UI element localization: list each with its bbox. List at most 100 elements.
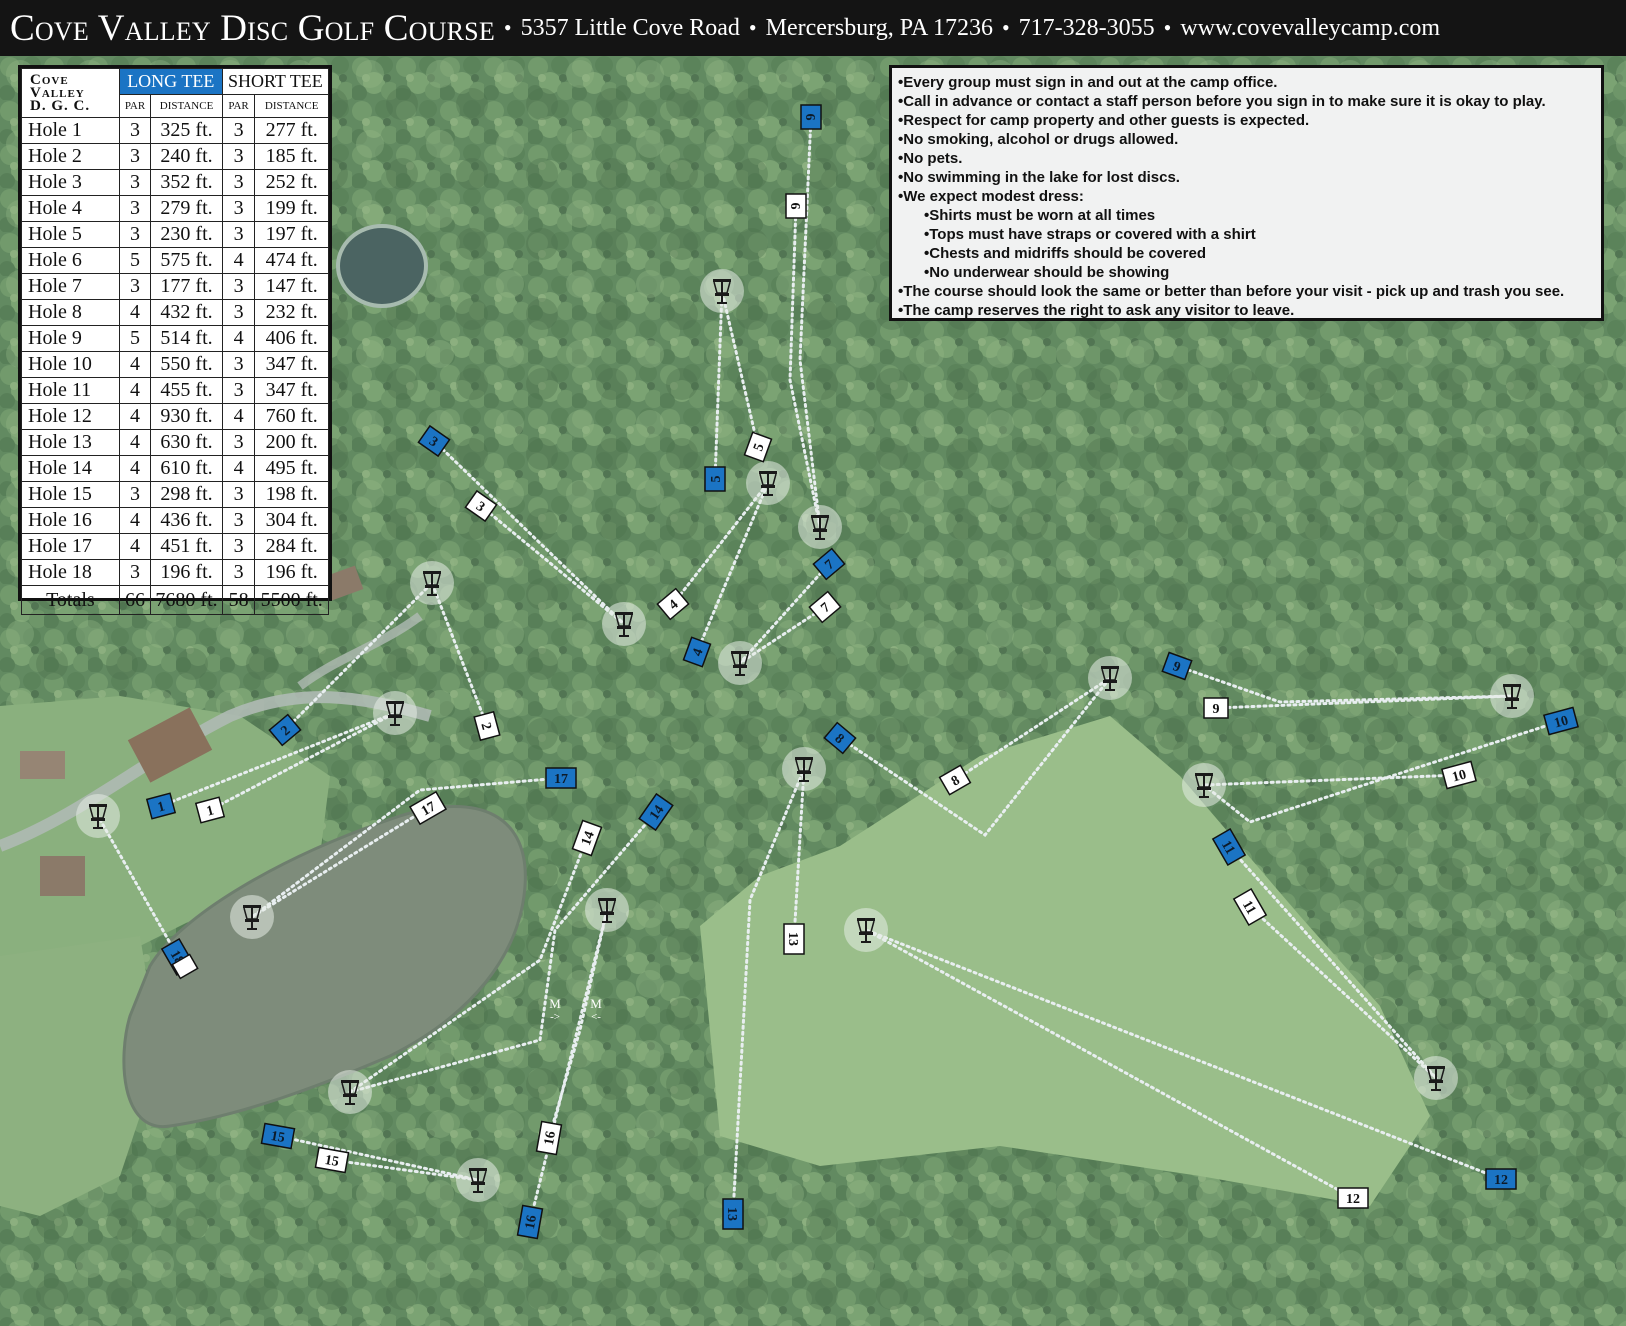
- mando-marker: M ->: [549, 996, 561, 1023]
- disc-golf-basket-icon: [718, 641, 762, 685]
- scorecard-row: Hole 3 3 352 ft. 3 252 ft.: [21, 169, 329, 196]
- long-par: 4: [118, 455, 152, 482]
- disc-golf-basket-icon: [798, 505, 842, 549]
- header-separator: •: [748, 15, 757, 40]
- scorecard-row: Hole 9 5 514 ft. 4 406 ft.: [21, 325, 329, 352]
- short-distance: 304 ft.: [254, 507, 329, 534]
- scorecard-table: Cove Valley D. G. C. LONG TEE SHORT TEE …: [18, 65, 332, 615]
- long-tee-header: LONG TEE: [118, 68, 223, 95]
- course-title: Cove Valley Disc Golf Course: [10, 7, 495, 49]
- totals-label: Totals: [21, 585, 120, 615]
- disc-golf-basket-icon: [373, 691, 417, 735]
- short-par: 3: [221, 351, 256, 378]
- long-par: 4: [118, 377, 152, 404]
- hole-name: Hole 11: [21, 377, 120, 404]
- course-rules-box: •Every group must sign in and out at the…: [889, 65, 1604, 321]
- short-distance: 199 ft.: [254, 195, 329, 222]
- course-city: Mercersburg, PA 17236: [765, 14, 993, 41]
- hole-name: Hole 12: [21, 403, 120, 430]
- short-distance: 284 ft.: [254, 533, 329, 560]
- short-tee-marker: 6: [785, 193, 807, 219]
- long-distance: 630 ft.: [150, 429, 223, 456]
- long-par: 4: [118, 507, 152, 534]
- short-distance: 197 ft.: [254, 221, 329, 248]
- tee-number: 6: [787, 203, 802, 210]
- scorecard-row: Hole 18 3 196 ft. 3 196 ft.: [21, 559, 329, 586]
- short-distance: 200 ft.: [254, 429, 329, 456]
- long-distance: 298 ft.: [150, 481, 223, 508]
- hole-name: Hole 15: [21, 481, 120, 508]
- short-distance: 474 ft.: [254, 247, 329, 274]
- long-par: 3: [118, 117, 152, 144]
- long-par: 3: [118, 221, 152, 248]
- disc-golf-basket-icon: [746, 461, 790, 505]
- rule-line: •Shirts must be worn at all times: [924, 207, 1156, 224]
- scorecard-row: Hole 5 3 230 ft. 3 197 ft.: [21, 221, 329, 248]
- rule-line: •No swimming in the lake for lost discs.: [898, 169, 1180, 186]
- header-separator: •: [1163, 15, 1172, 40]
- scorecard-row: Hole 6 5 575 ft. 4 474 ft.: [21, 247, 329, 274]
- long-distance: 610 ft.: [150, 455, 223, 482]
- short-distance: 147 ft.: [254, 273, 329, 300]
- short-distance: 252 ft.: [254, 169, 329, 196]
- rule-line: •No underwear should be showing: [924, 264, 1170, 281]
- long-tee-marker: 12: [1485, 1168, 1517, 1190]
- hole-name: Hole 18: [21, 559, 120, 586]
- hole-name: Hole 7: [21, 273, 120, 300]
- scorecard-row: Hole 12 4 930 ft. 4 760 ft.: [21, 403, 329, 430]
- tee-number: 15: [270, 1129, 286, 1146]
- course-website: www.covevalleycamp.com: [1180, 14, 1441, 41]
- hole-name: Hole 10: [21, 351, 120, 378]
- short-par: 3: [221, 221, 256, 248]
- mando-letter: M: [549, 996, 561, 1011]
- short-par: 3: [221, 117, 256, 144]
- disc-golf-basket-icon: [585, 888, 629, 932]
- long-tee-marker: 13: [722, 1198, 744, 1230]
- scorecard-row: Hole 14 4 610 ft. 4 495 ft.: [21, 455, 329, 482]
- long-tee-marker: 6: [800, 104, 822, 130]
- hole-name: Hole 9: [21, 325, 120, 352]
- disc-golf-basket-icon: [1490, 674, 1534, 718]
- long-distance: 436 ft.: [150, 507, 223, 534]
- short-par: 4: [221, 247, 256, 274]
- header-separator: •: [1001, 15, 1010, 40]
- scorecard-row: Hole 15 3 298 ft. 3 198 ft.: [21, 481, 329, 508]
- short-distance: 760 ft.: [254, 403, 329, 430]
- rule-line: •Respect for camp property and other gue…: [898, 112, 1310, 129]
- long-par: 4: [118, 403, 152, 430]
- hole-name: Hole 16: [21, 507, 120, 534]
- short-par: 3: [221, 429, 256, 456]
- logo-line: D. G. C.: [30, 97, 91, 114]
- long-distance: 575 ft.: [150, 247, 223, 274]
- hole-name: Hole 13: [21, 429, 120, 456]
- long-par: 3: [118, 169, 152, 196]
- long-distance: 550 ft.: [150, 351, 223, 378]
- short-distance: 406 ft.: [254, 325, 329, 352]
- hole-name: Hole 8: [21, 299, 120, 326]
- mando-arrow: ->: [550, 1011, 560, 1023]
- hole-name: Hole 4: [21, 195, 120, 222]
- par-header: PAR: [118, 94, 152, 118]
- distance-header: DISTANCE: [150, 94, 223, 118]
- rule-line: •The camp reserves the right to ask any …: [898, 302, 1295, 319]
- short-par: 4: [221, 403, 256, 430]
- hole-name: Hole 14: [21, 455, 120, 482]
- long-distance: 514 ft.: [150, 325, 223, 352]
- short-par: 4: [221, 455, 256, 482]
- disc-golf-basket-icon: [76, 794, 120, 838]
- long-distance: 177 ft.: [150, 273, 223, 300]
- long-distance: 240 ft.: [150, 143, 223, 170]
- short-distance: 198 ft.: [254, 481, 329, 508]
- tee-number: 9: [1213, 702, 1220, 717]
- long-par: 3: [118, 143, 152, 170]
- rule-line: •Call in advance or contact a staff pers…: [898, 93, 1546, 110]
- scorecard-row: Hole 10 4 550 ft. 3 347 ft.: [21, 351, 329, 378]
- long-distance: 230 ft.: [150, 221, 223, 248]
- long-par: 4: [118, 351, 152, 378]
- rule-line: •We expect modest dress:: [898, 188, 1084, 205]
- par-header: PAR: [221, 94, 256, 118]
- long-par: 4: [118, 533, 152, 560]
- disc-golf-basket-icon: [782, 747, 826, 791]
- header-bar: Cove Valley Disc Golf Course • 5357 Litt…: [0, 0, 1626, 56]
- short-par: 3: [221, 559, 256, 586]
